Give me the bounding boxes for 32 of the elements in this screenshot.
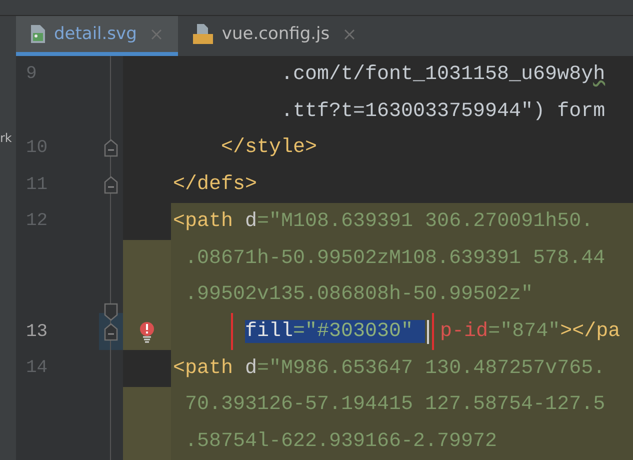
code-token: ="M986.653647 130.487257v765.: [257, 356, 606, 380]
image-file-icon: [30, 24, 46, 44]
fold-marker-icon[interactable]: [104, 176, 118, 194]
code-token: d: [245, 210, 258, 233]
editor-tab[interactable]: detail.svg: [16, 16, 178, 56]
code-token: p-id: [440, 320, 488, 343]
fold-marker-icon[interactable]: [104, 322, 118, 340]
code-token: fill: [245, 320, 294, 343]
fold-marker-icon[interactable]: [104, 303, 118, 322]
side-panel-label: rk: [0, 131, 12, 145]
code-token: .com/t/font_1031158_u69w8y: [280, 62, 594, 86]
code-token: ="874": [488, 320, 560, 343]
lightbulb-icon[interactable]: [139, 320, 155, 342]
code-token: .99502v135.086808h-50.99502z": [184, 283, 534, 306]
code-token: d: [245, 356, 258, 380]
close-icon[interactable]: [344, 28, 355, 40]
code-token: .ttf?t=1630033759944") form: [280, 100, 606, 123]
code-token: <path: [173, 356, 234, 380]
code-token: ></pa: [560, 320, 620, 343]
code-token: </style>: [220, 136, 318, 160]
code-token: .08671h-50.99502zM108.639391 578.44: [184, 246, 606, 270]
editor-tab[interactable]: vue.config.js: [178, 16, 371, 56]
line-number: 13: [16, 313, 99, 350]
code-token: <path: [173, 210, 234, 233]
code-token: h: [593, 62, 606, 86]
code-token: ="#303030": [293, 320, 426, 343]
code-token: .58754l-622.939166-2.79972: [184, 430, 498, 454]
code-token: ="M108.639391 306.270091h50.: [257, 210, 594, 233]
code-token: </defs>: [173, 173, 258, 196]
fold-marker-icon[interactable]: [104, 138, 118, 157]
script-file-icon: [192, 23, 214, 45]
code-token: 70.393126-57.194415 127.58754-127.5: [184, 393, 606, 416]
